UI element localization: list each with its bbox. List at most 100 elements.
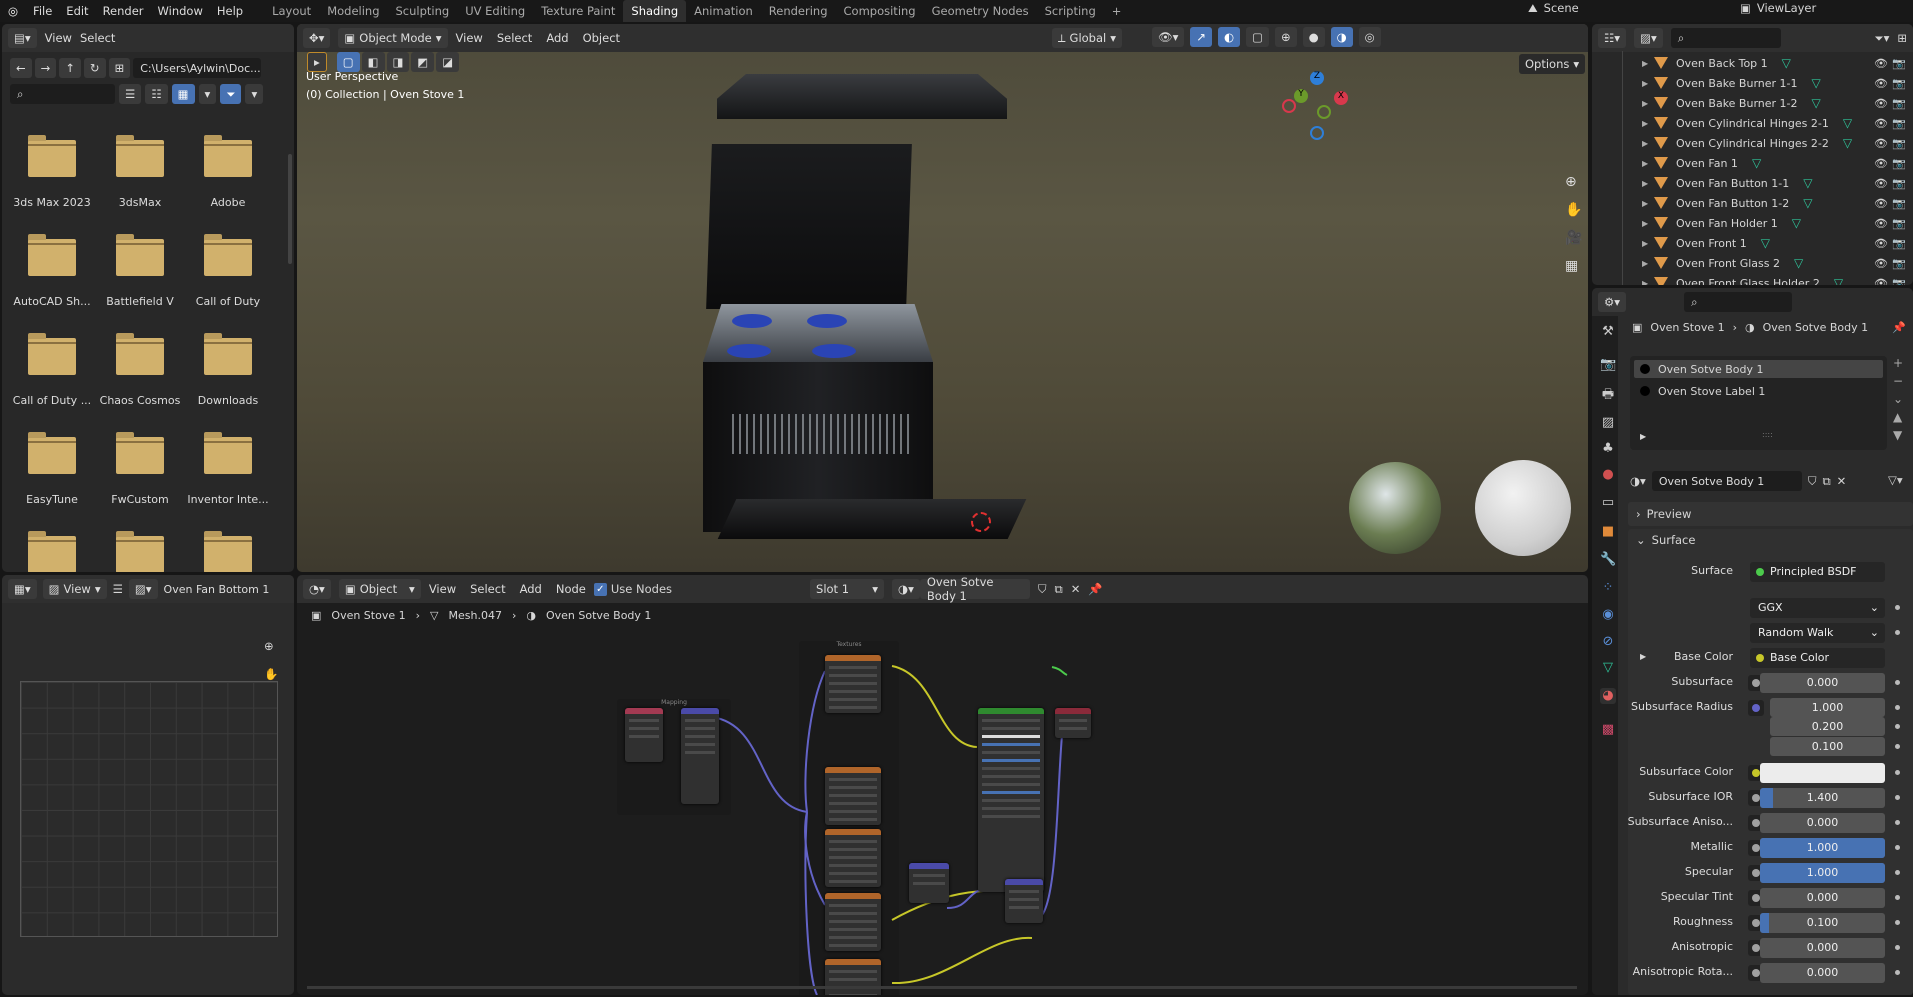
new-folder-icon[interactable]: ⊞ (108, 58, 131, 78)
tab-layout[interactable]: Layout (264, 0, 319, 22)
gizmo-x-axis[interactable]: X (1334, 91, 1348, 105)
thumbnails-icon[interactable]: ▦ (171, 84, 195, 104)
tab-geometry-nodes[interactable]: Geometry Nodes (924, 0, 1037, 22)
image-browse-button[interactable]: ▨▾ (128, 579, 158, 599)
display-mode-button[interactable]: ▨▾ (1634, 28, 1663, 48)
expand-triangle-icon[interactable]: ▶ (1642, 79, 1654, 88)
refresh-icon[interactable]: ↻ (83, 58, 106, 78)
material-name-field[interactable]: Oven Sotve Body 1 (1651, 471, 1802, 491)
keyframe-dot[interactable] (1895, 680, 1900, 685)
material-browse-icon[interactable]: ◑▾ (1630, 474, 1646, 488)
menu-view[interactable]: View (456, 31, 483, 45)
material-shading-icon[interactable]: ◑ (1330, 27, 1353, 47)
folder-item[interactable]: 3dsMax (96, 132, 184, 209)
mesh-data-icon[interactable]: ▽ (1812, 76, 1821, 90)
property-value-field[interactable]: 0.000 (1760, 888, 1885, 908)
add-slot-icon[interactable]: + (1893, 356, 1903, 370)
editor-type-button[interactable]: ▦▾ (8, 579, 37, 599)
mesh-data-icon[interactable]: ▽ (1812, 96, 1821, 110)
render-camera-icon[interactable]: 📷 (1892, 217, 1906, 230)
surface-panel-header[interactable]: ⌄ Surface (1636, 533, 1695, 547)
node-image-texture[interactable] (825, 767, 881, 825)
navigation-gizmo[interactable]: Z Y X (1282, 69, 1352, 140)
expand-triangle-icon[interactable]: ▶ (1642, 259, 1654, 268)
folder-item[interactable]: Call of Duty (184, 231, 272, 308)
scene-selector[interactable]: ⛰ Scene (1528, 1, 1579, 16)
editor-type-button[interactable]: ☷▾ (1598, 28, 1627, 48)
outliner-item[interactable]: ▶ Oven Bake Burner 1-2 ▽ 👁 📷 (1592, 93, 1910, 113)
folder-item[interactable] (8, 528, 96, 572)
base-color-field[interactable]: Base Color (1750, 648, 1885, 668)
render-camera-icon[interactable]: 📷 (1892, 277, 1906, 286)
eye-icon[interactable]: 👁 (1874, 277, 1888, 286)
eye-icon[interactable]: 👁 (1874, 97, 1888, 110)
eye-icon[interactable]: 👁 (1874, 77, 1888, 90)
expand-triangle-icon[interactable]: ▶ (1642, 99, 1654, 108)
folder-item[interactable] (96, 528, 184, 572)
object-tab-icon[interactable]: ■ (1600, 524, 1616, 540)
eye-icon[interactable]: 👁 (1874, 57, 1888, 70)
render-camera-icon[interactable]: 📷 (1892, 137, 1906, 150)
constraints-tab-icon[interactable]: ⊘ (1600, 634, 1616, 650)
folder-item[interactable]: 3ds Max 2023 (8, 132, 96, 209)
menu-file[interactable]: File (26, 4, 59, 18)
keyframe-dot[interactable] (1895, 820, 1900, 825)
move-down-icon[interactable]: ▼ (1893, 428, 1903, 442)
expand-triangle-icon[interactable]: ▶ (1642, 219, 1654, 228)
editor-type-button[interactable]: ✥▾ (303, 28, 331, 48)
folder-item[interactable]: Battlefield V (96, 231, 184, 308)
keyframe-dot[interactable] (1895, 945, 1900, 950)
texture-tab-icon[interactable]: ▩ (1600, 722, 1616, 738)
expand-triangle-icon[interactable]: ▶ (1642, 139, 1654, 148)
3d-viewport[interactable]: ✥▾ ▣ Object Mode ▾ View Select Add Object ⟂ G… (297, 24, 1588, 572)
mesh-data-icon[interactable]: ▽ (1803, 176, 1812, 190)
socket-icon[interactable] (1748, 700, 1764, 716)
gizmo-neg-y[interactable] (1317, 105, 1331, 119)
render-camera-icon[interactable]: 📷 (1892, 257, 1906, 270)
render-camera-icon[interactable]: 📷 (1892, 77, 1906, 90)
view-layer-tab-icon[interactable]: ▨ (1600, 415, 1616, 431)
scrollbar[interactable] (288, 154, 292, 264)
tab-sculpting[interactable]: Sculpting (388, 0, 458, 22)
mesh-data-icon[interactable]: ▽ (1803, 196, 1812, 210)
gizmo-neg-x[interactable] (1282, 99, 1296, 113)
eye-icon[interactable]: 👁 (1874, 237, 1888, 250)
property-value-field[interactable]: 0.000 (1760, 813, 1885, 833)
property-value-field[interactable]: 0.100 (1770, 737, 1885, 756)
options-button[interactable]: Options ▾ (1519, 54, 1586, 74)
property-value-field[interactable]: 0.200 (1770, 717, 1885, 736)
physics-tab-icon[interactable]: ◉ (1600, 607, 1616, 623)
mesh-data-icon[interactable]: ▽ (1843, 116, 1852, 130)
node-principled-bsdf[interactable] (978, 708, 1044, 892)
view-menu[interactable]: ▨ View ▾ (42, 579, 107, 599)
link-mesh-icon[interactable]: ▽▾ (1888, 473, 1903, 487)
expand-triangle-icon[interactable]: ▶ (1640, 652, 1646, 661)
node-image-texture[interactable] (825, 829, 881, 887)
scene-tab-icon[interactable]: ♣ (1600, 441, 1616, 457)
parent-dir-icon[interactable]: ↑ (59, 58, 81, 78)
expand-triangle-icon[interactable]: ▶ (1642, 239, 1654, 248)
property-value-field[interactable]: 0.000 (1760, 963, 1885, 983)
3d-cursor[interactable] (971, 512, 991, 532)
visibility-icon[interactable]: 👁▾ (1152, 27, 1185, 47)
output-tab-icon[interactable]: 🖶 (1600, 387, 1616, 403)
editor-type-button[interactable]: ▤▾ (8, 28, 37, 48)
menu-render[interactable]: Render (96, 4, 151, 18)
mesh-data-icon[interactable]: ▽ (1843, 136, 1852, 150)
forward-icon[interactable]: → (34, 58, 57, 78)
data-tab-icon[interactable]: ▽ (1600, 660, 1616, 676)
node-image-texture[interactable] (825, 655, 881, 713)
filter-chevron-icon[interactable]: ▾ (245, 84, 264, 104)
outliner-item[interactable]: ▶ Oven Fan Button 1-1 ▽ 👁 📷 (1592, 173, 1910, 193)
slot-specials-icon[interactable]: ⌄ (1893, 392, 1903, 406)
keyframe-dot[interactable] (1895, 895, 1900, 900)
preview-panel-header[interactable]: › Preview (1628, 502, 1913, 526)
property-value-field[interactable]: 0.100 (1760, 913, 1885, 933)
properties-search-input[interactable]: ⌕ (1684, 292, 1793, 312)
keyframe-dot[interactable] (1895, 605, 1900, 610)
grid-ortho-icon[interactable]: ▦ (1565, 258, 1582, 274)
image-canvas-grid[interactable] (20, 681, 278, 937)
tab-compositing[interactable]: Compositing (836, 0, 924, 22)
node-image-texture[interactable] (825, 959, 881, 995)
gizmo-z-axis[interactable]: Z (1310, 71, 1324, 85)
